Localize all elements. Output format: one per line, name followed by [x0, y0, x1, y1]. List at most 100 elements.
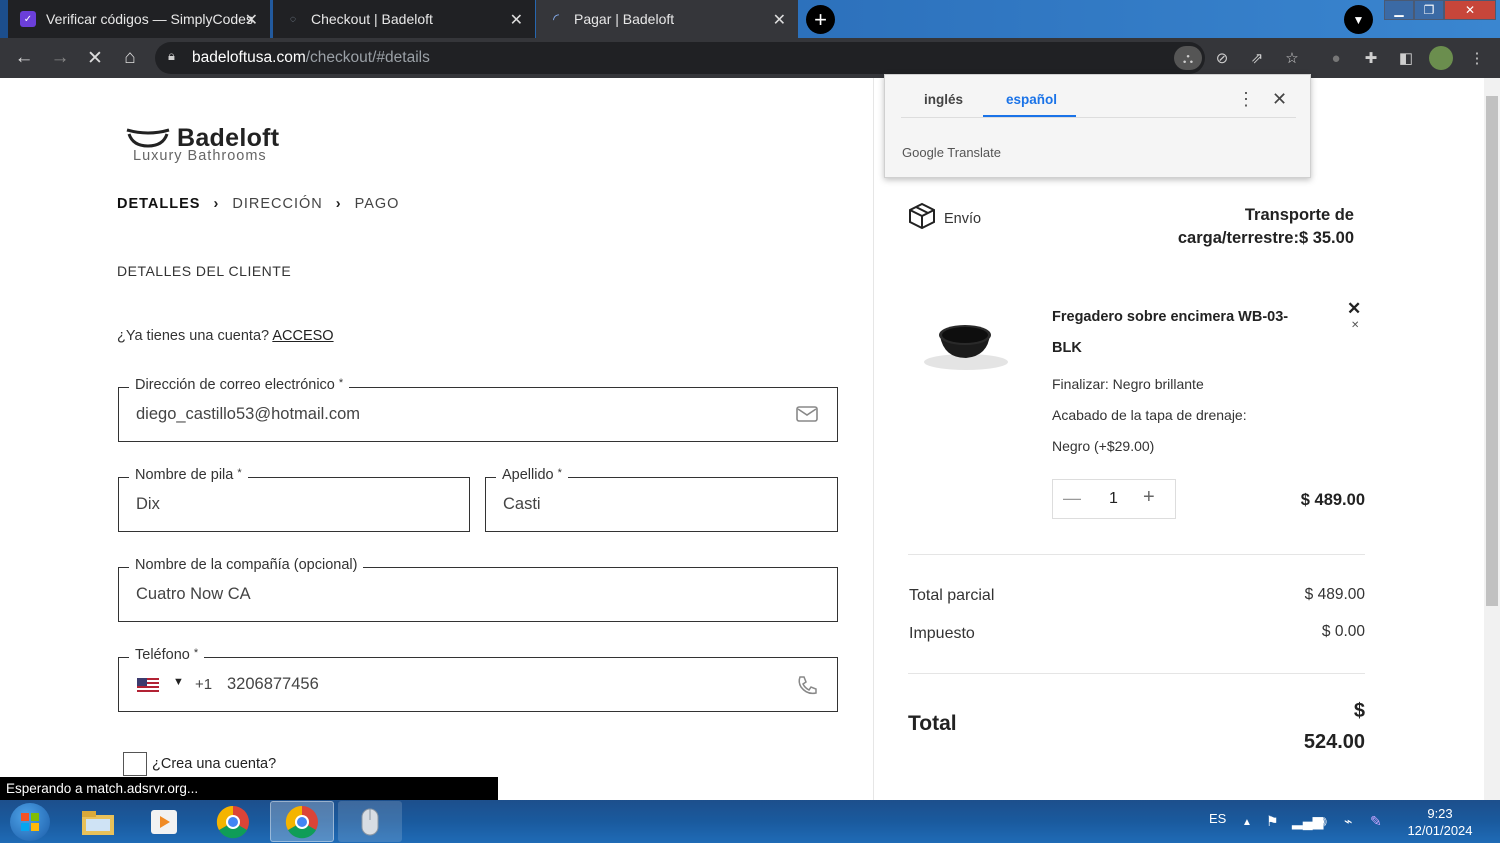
- close-window-button[interactable]: ✕: [1444, 0, 1496, 20]
- company-field[interactable]: Nombre de la compañía (opcional) Cuatro …: [118, 557, 838, 622]
- lock-icon[interactable]: 🔒︎: [168, 48, 182, 68]
- minus-icon[interactable]: —: [1063, 488, 1081, 509]
- quantity-stepper: — 1 +: [1052, 479, 1176, 519]
- login-link[interactable]: ACCESO: [272, 328, 333, 344]
- close-icon[interactable]: ✕: [1272, 89, 1287, 110]
- company-label: Nombre de la compañía (opcional): [129, 557, 364, 573]
- company-input[interactable]: Cuatro Now CA: [136, 585, 251, 604]
- pen-icon[interactable]: ✎: [1370, 813, 1382, 830]
- total-currency: $: [1353, 700, 1365, 722]
- tab-title: Verificar códigos — SimplyCodes: [46, 11, 253, 27]
- page-scrollbar-thumb[interactable]: [1486, 96, 1498, 606]
- address-url[interactable]: badeloftusa.com/checkout/#details: [192, 49, 430, 67]
- customer-details-title: DETALLES DEL CLIENTE: [117, 263, 292, 279]
- plus-icon[interactable]: +: [1143, 486, 1155, 509]
- file-explorer-icon[interactable]: [66, 801, 130, 842]
- profile-avatar[interactable]: [1429, 46, 1453, 70]
- chrome-menu-icon[interactable]: ⋮: [1465, 46, 1489, 70]
- first-name-field[interactable]: Nombre de pila * Dix: [118, 467, 470, 532]
- country-dropdown-icon[interactable]: ▼: [173, 676, 184, 688]
- phone-field[interactable]: Teléfono * ▼ +1 3206877456: [118, 647, 838, 712]
- product-image[interactable]: [910, 300, 1020, 380]
- maximize-window-button[interactable]: ❐: [1414, 0, 1444, 20]
- clock-time: 9:23: [1427, 806, 1453, 821]
- more-options-icon[interactable]: ⋮: [1237, 89, 1255, 110]
- system-clock[interactable]: 9:23 12/01/2024: [1400, 805, 1480, 839]
- step-address[interactable]: DIRECCIÓN: [232, 196, 322, 212]
- volume-icon[interactable]: 🔊︎: [1318, 813, 1327, 830]
- stop-loading-icon[interactable]: ✕: [83, 46, 107, 70]
- create-account-checkbox[interactable]: [123, 752, 147, 776]
- google-translate-popup: inglés español ⋮ ✕ Google Translate: [884, 74, 1311, 178]
- loading-spinner-icon: ◜: [553, 11, 559, 28]
- new-tab-button[interactable]: +: [806, 5, 835, 34]
- media-player-icon[interactable]: [132, 801, 196, 842]
- translate-tab-english[interactable]: inglés: [924, 92, 963, 107]
- tax-value: $ 0.00: [1321, 623, 1365, 640]
- home-icon[interactable]: ⌂: [118, 46, 142, 70]
- extension-robot-icon[interactable]: ●: [1324, 46, 1348, 70]
- side-panel-icon[interactable]: ◧: [1394, 46, 1418, 70]
- last-name-field[interactable]: Apellido * Casti: [485, 467, 838, 532]
- phone-input[interactable]: 3206877456: [227, 675, 319, 694]
- close-tab-icon[interactable]: ✕: [510, 10, 523, 30]
- eye-off-icon[interactable]: ⊘: [1210, 46, 1234, 70]
- package-box-icon: [908, 202, 936, 230]
- show-hidden-icons-icon[interactable]: ▲: [1242, 817, 1252, 828]
- total-label: Total: [908, 712, 957, 735]
- tab-title: Checkout | Badeloft: [311, 11, 433, 27]
- chrome-icon[interactable]: [201, 801, 265, 842]
- extensions-puzzle-icon[interactable]: ✚: [1359, 46, 1383, 70]
- input-language[interactable]: ES: [1209, 811, 1226, 826]
- email-input[interactable]: diego_castillo53@hotmail.com: [136, 405, 360, 424]
- step-payment[interactable]: PAGO: [355, 196, 400, 212]
- translate-icon[interactable]: ⛬: [1174, 46, 1202, 70]
- us-flag-icon[interactable]: [137, 678, 159, 692]
- last-name-input[interactable]: Casti: [503, 495, 541, 514]
- email-field[interactable]: Dirección de correo electrónico * diego_c…: [118, 377, 838, 442]
- tab-pagar[interactable]: ◜ Pagar | Badeloft ✕: [536, 0, 798, 38]
- share-icon[interactable]: ⇗: [1245, 46, 1269, 70]
- phone-country-code: +1: [195, 676, 213, 693]
- forward-icon[interactable]: →: [48, 46, 72, 70]
- subtotal-label: Total parcial: [909, 587, 995, 604]
- power-plug-icon[interactable]: ⌁: [1344, 813, 1352, 830]
- translate-tab-spanish[interactable]: español: [1006, 92, 1057, 107]
- item-price: $ 489.00: [1300, 491, 1365, 509]
- close-tab-icon[interactable]: ✕: [245, 10, 258, 30]
- phone-icon: [795, 674, 819, 696]
- chrome-active-icon[interactable]: [270, 801, 334, 842]
- email-label: Dirección de correo electrónico *: [129, 377, 350, 393]
- tab-search-button[interactable]: ▼: [1344, 5, 1373, 34]
- translate-divider: [901, 117, 1296, 118]
- envelope-icon: [795, 404, 819, 426]
- minimize-window-button[interactable]: ▁: [1384, 0, 1414, 20]
- action-center-flag-icon[interactable]: ⚑: [1266, 813, 1279, 830]
- remove-item-icon[interactable]: ✕: [1347, 299, 1361, 319]
- phone-label: Teléfono *: [129, 647, 205, 663]
- first-name-input[interactable]: Dix: [136, 495, 160, 514]
- total-value: $ 524.00: [1255, 696, 1365, 758]
- clock-date: 12/01/2024: [1407, 823, 1473, 838]
- remove-item-small-icon[interactable]: ✕: [1351, 320, 1359, 331]
- tab-simplycodes[interactable]: ✓ Verificar códigos — SimplyCodes ✕: [8, 0, 270, 38]
- browser-status-bar: Esperando a match.adsrvr.org...: [0, 777, 498, 800]
- logo-tagline: Luxury Bathrooms: [133, 148, 267, 164]
- start-button[interactable]: [10, 803, 50, 841]
- google-translate-brand: Google Translate: [902, 145, 1002, 160]
- back-icon[interactable]: ←: [12, 46, 36, 70]
- product-name[interactable]: Fregadero sobre encimera WB-03-BLK: [1052, 302, 1292, 364]
- product-option-drain: Acabado de la tapa de drenaje:: [1052, 407, 1247, 423]
- quantity-value[interactable]: 1: [1109, 490, 1118, 508]
- step-details[interactable]: DETALLES: [117, 196, 200, 212]
- close-tab-icon[interactable]: ✕: [773, 10, 786, 30]
- create-account-label[interactable]: ¿Crea una cuenta?: [152, 756, 276, 772]
- first-name-label: Nombre de pila *: [129, 467, 248, 483]
- mouse-app-icon[interactable]: [338, 801, 402, 842]
- bookmark-star-icon[interactable]: ☆: [1280, 46, 1304, 70]
- account-question-text: ¿Ya tienes una cuenta?: [117, 328, 270, 344]
- shipping-label: Envío: [944, 211, 982, 227]
- product-option-drain-value: Negro (+$29.00): [1052, 438, 1155, 454]
- tab-checkout[interactable]: ◌ Checkout | Badeloft ✕: [273, 0, 535, 38]
- tax-label: Impuesto: [909, 625, 975, 642]
